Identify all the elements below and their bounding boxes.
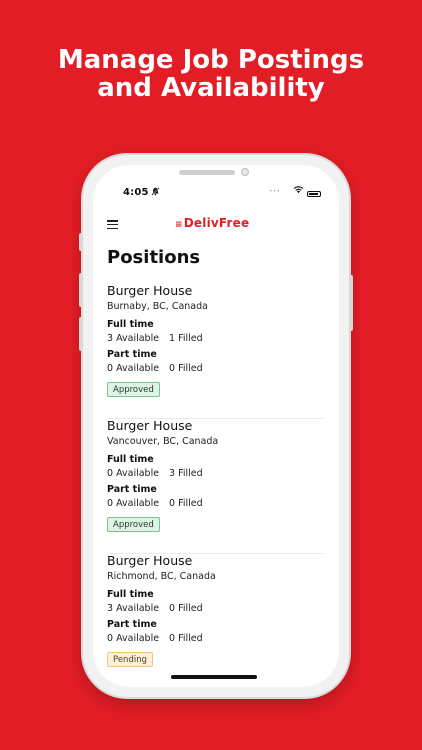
promo-headline: Manage Job Postings and Availability (0, 46, 422, 102)
wifi-icon (293, 185, 304, 197)
position-name: Burger House (107, 553, 193, 568)
status-time: 4:05 (123, 187, 149, 198)
full-time-label: Full time (107, 589, 154, 600)
bell-slash-icon (151, 187, 160, 199)
hamburger-menu-icon[interactable] (107, 220, 118, 230)
phone-frame: 4:05 ⋯ ≡DelivFree Positions Burger House… (79, 155, 353, 697)
part-time-filled: 0 Filled (169, 363, 203, 374)
part-time-filled: 0 Filled (169, 498, 203, 509)
page-title: Positions (107, 247, 201, 268)
position-card[interactable]: Burger House Richmond, BC, Canada Full t… (107, 553, 325, 687)
headline-line-2: and Availability (97, 73, 325, 103)
position-name: Burger House (107, 283, 193, 298)
position-location: Richmond, BC, Canada (107, 571, 216, 582)
delivfree-logo: ≡DelivFree (175, 216, 249, 230)
full-time-label: Full time (107, 319, 154, 330)
full-time-label: Full time (107, 454, 154, 465)
full-time-available: 3 Available (107, 603, 160, 614)
volume-up-button (79, 273, 83, 307)
app-bar: ≡DelivFree (93, 209, 339, 239)
full-time-available: 0 Available (107, 468, 160, 479)
part-time-label: Part time (107, 349, 157, 360)
part-time-available: 0 Available (107, 633, 160, 644)
position-card[interactable]: Burger House Vancouver, BC, Canada Full … (107, 418, 325, 554)
part-time-available: 0 Available (107, 363, 160, 374)
earpiece-speaker (179, 170, 235, 175)
part-time-label: Part time (107, 484, 157, 495)
headline-line-1: Manage Job Postings (57, 45, 365, 75)
part-time-available: 0 Available (107, 498, 160, 509)
front-camera (241, 168, 249, 176)
battery-icon (307, 191, 321, 197)
speed-lines-icon: ≡ (175, 220, 183, 230)
volume-down-button (79, 317, 83, 351)
part-time-label: Part time (107, 619, 157, 630)
position-name: Burger House (107, 418, 193, 433)
status-badge: Approved (107, 382, 160, 397)
full-time-filled: 0 Filled (169, 603, 203, 614)
signal-dots: ⋯ (269, 184, 281, 197)
status-bar: 4:05 ⋯ (93, 183, 339, 201)
part-time-filled: 0 Filled (169, 633, 203, 644)
mute-switch (79, 233, 83, 251)
full-time-filled: 3 Filled (169, 468, 203, 479)
app-screen: 4:05 ⋯ ≡DelivFree Positions Burger House… (93, 165, 339, 687)
full-time-filled: 1 Filled (169, 333, 203, 344)
power-button (349, 275, 353, 331)
position-location: Vancouver, BC, Canada (107, 436, 219, 447)
full-time-available: 3 Available (107, 333, 160, 344)
logo-text: DelivFree (183, 216, 250, 230)
status-badge: Pending (107, 652, 153, 667)
position-location: Burnaby, BC, Canada (107, 301, 208, 312)
home-indicator[interactable] (171, 675, 257, 679)
position-card[interactable]: Burger House Burnaby, BC, Canada Full ti… (107, 283, 325, 419)
status-badge: Approved (107, 517, 160, 532)
